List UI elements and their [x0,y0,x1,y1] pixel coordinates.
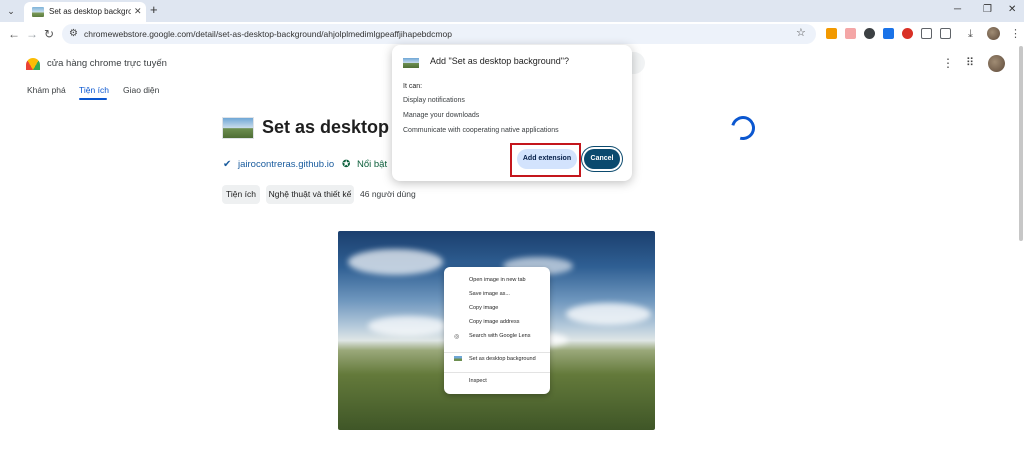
tab-title: Set as desktop background - C [49,7,131,16]
new-tab-button[interactable]: + [150,3,158,17]
page-scrollbar[interactable] [1019,46,1023,241]
ctx-separator [444,372,550,373]
nav-discover[interactable]: Khám phá [27,85,66,95]
close-window-icon[interactable]: ✕ [1008,4,1016,16]
tab-close-icon[interactable]: ✕ [134,6,142,17]
highlight-annotation [510,143,581,177]
loading-spinner-icon [726,111,760,145]
category-chip[interactable]: Tiện ích [222,185,260,204]
extension-title: Set as desktop background [262,117,392,137]
ctx-search-lens: Search with Google Lens [469,333,531,339]
ctx-separator [444,352,550,353]
cancel-button[interactable]: Cancel [584,149,620,169]
profile-avatar[interactable] [987,27,1000,40]
site-info-icon[interactable]: ⚙ [69,28,78,40]
dialog-title: Add "Set as desktop background"? [430,56,569,66]
ctx-open-image: Open image in new tab [469,277,526,283]
ctx-set-bg-icon [454,356,462,361]
url-text[interactable]: chromewebstore.google.com/detail/set-as-… [84,29,452,39]
permission-notifications: Display notifications [403,97,465,104]
cloud [348,249,443,275]
extension-u-icon[interactable] [921,28,932,39]
dialog-extension-icon [403,58,419,68]
user-count: 46 người dùng [360,189,416,199]
ctx-copy-address: Copy image address [469,319,520,325]
back-icon[interactable]: ← [8,27,20,41]
download-icon[interactable]: ⤓ [968,27,973,41]
featured-badge-icon: ✪ [342,159,351,170]
screenshot-context-menu: Open image in new tab Save image as... C… [444,267,550,394]
nav-extensions[interactable]: Tiện ích [79,85,109,95]
bookmark-star-icon[interactable]: ☆ [796,27,806,40]
tab-search-icon[interactable]: ⌄ [4,4,18,18]
permission-downloads: Manage your downloads [403,112,480,119]
extension-red-icon[interactable] [902,28,913,39]
tab-strip: ⌄ Set as desktop background - C ✕ + ─ ❐ … [0,0,1024,22]
cloud [368,316,448,336]
reload-icon[interactable]: ↻ [44,27,54,41]
tab-active[interactable]: Set as desktop background - C ✕ [24,2,146,22]
chrome-menu-icon[interactable]: ⋮ [1010,27,1021,41]
store-name[interactable]: cửa hàng chrome trực tuyến [47,58,167,69]
chrome-web-store-logo-icon[interactable] [26,58,40,70]
ctx-set-desktop-bg: Set as desktop background [469,356,536,362]
dialog-it-can: It can: [403,83,423,90]
address-bar[interactable]: ⚙ chromewebstore.google.com/detail/set-a… [62,24,816,44]
ctx-inspect: Inspect [469,378,487,384]
extension-dark-icon[interactable] [864,28,875,39]
ctx-save-image: Save image as... [469,291,510,297]
store-more-icon[interactable]: ⋮ [942,57,954,69]
ctx-copy-image: Copy image [469,305,499,311]
lens-icon: ◎ [454,334,460,340]
cloud [566,303,651,325]
featured-label[interactable]: Nổi bật [357,159,387,170]
google-apps-icon[interactable]: ⠿ [966,58,974,69]
permission-native-messaging: Communicate with cooperating native appl… [403,127,559,134]
store-avatar[interactable] [988,55,1005,72]
nav-active-underline [79,98,107,100]
verified-check-icon: ✔ [223,159,232,170]
extension-pink-icon[interactable] [845,28,856,39]
tab-favicon-icon [32,7,44,17]
extension-amazon-icon[interactable] [826,28,837,39]
restore-icon[interactable]: ❐ [983,4,992,16]
extension-m-icon[interactable] [883,28,894,39]
extensions-puzzle-icon[interactable] [940,28,951,39]
subcategory-chip[interactable]: Nghệ thuật và thiết kế [266,185,354,204]
nav-themes[interactable]: Giao diện [123,85,159,95]
forward-icon[interactable]: → [26,27,38,41]
publisher-link[interactable]: jairocontreras.github.io [238,159,334,170]
minimize-icon[interactable]: ─ [954,4,961,16]
extension-logo-icon [222,117,254,139]
